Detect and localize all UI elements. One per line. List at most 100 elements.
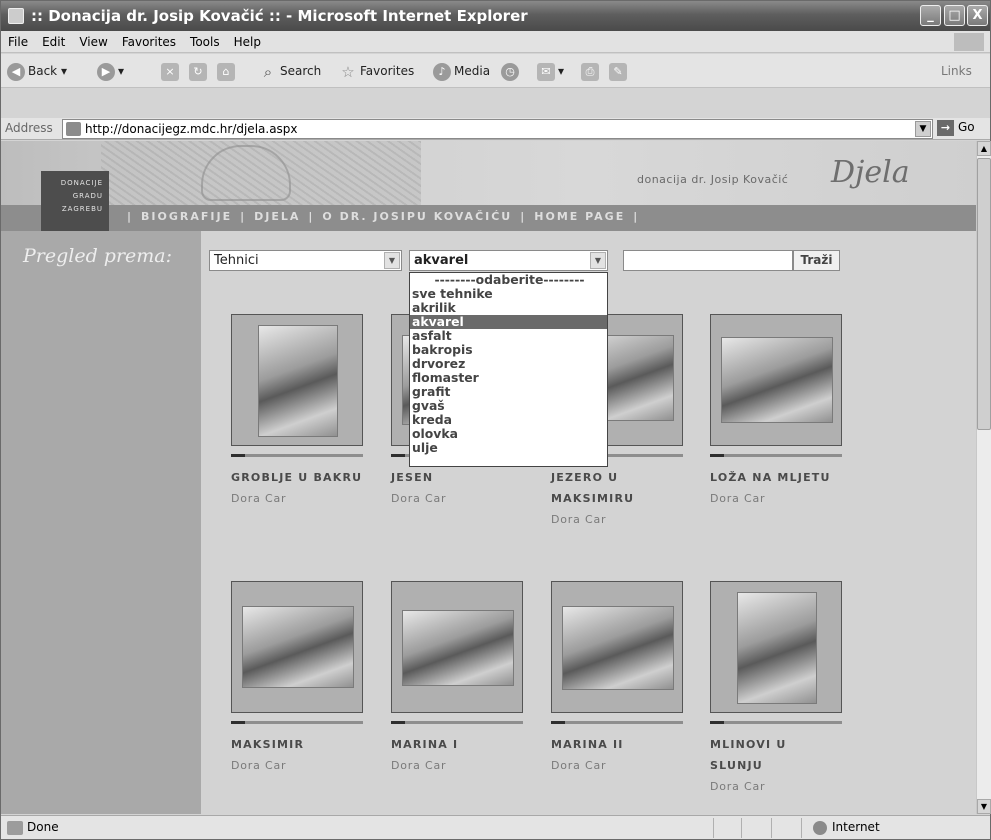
criterion-select[interactable]: Tehnici ▼ bbox=[209, 250, 402, 271]
nav-separator: | bbox=[308, 210, 315, 223]
maximize-button[interactable]: □ bbox=[944, 5, 965, 26]
work-thumbnail[interactable] bbox=[231, 581, 363, 713]
forward-arrow-icon: ▶ bbox=[97, 62, 115, 81]
dropdown-option[interactable]: grafit bbox=[410, 385, 607, 399]
painting-image bbox=[562, 606, 674, 690]
window-title: :: Donacija dr. Josip Kovačić :: - Micro… bbox=[31, 7, 528, 25]
home-button[interactable]: ⌂ bbox=[217, 62, 238, 81]
work-title[interactable]: LOŽA NA MLJETU bbox=[710, 467, 860, 488]
work-title[interactable]: JESEN bbox=[391, 467, 541, 488]
dropdown-option[interactable]: kreda bbox=[410, 413, 607, 427]
work-author: Dora Car bbox=[710, 780, 766, 793]
dropdown-option[interactable]: ulje bbox=[410, 441, 607, 455]
menu-bar: File Edit View Favorites Tools Help bbox=[1, 31, 990, 53]
status-divider bbox=[771, 818, 772, 838]
address-bar: Address http://donacijegz.mdc.hr/djela.a… bbox=[1, 118, 990, 140]
site-nav: | BIOGRAFIJE | DJELA | O DR. JOSIPU KOVAČIĆU |… bbox=[1, 205, 976, 231]
nav-djela[interactable]: DJELA bbox=[250, 210, 304, 223]
status-divider bbox=[801, 818, 802, 838]
print-icon: ⎙ bbox=[581, 62, 599, 81]
dropdown-option[interactable]: sve tehnike bbox=[410, 287, 607, 301]
close-button[interactable]: X bbox=[967, 5, 988, 26]
site-logo[interactable]: DONACIJE GRADU ZAGREBU bbox=[41, 171, 109, 231]
menu-favorites[interactable]: Favorites bbox=[115, 31, 183, 53]
go-button[interactable]: → Go bbox=[937, 120, 975, 136]
media-button[interactable]: ♪ Media bbox=[433, 62, 490, 81]
menu-tools[interactable]: Tools bbox=[183, 31, 227, 53]
dropdown-option[interactable]: bakropis bbox=[410, 343, 607, 357]
dropdown-option[interactable]: --------odaberite-------- bbox=[410, 273, 607, 287]
scroll-thumb[interactable] bbox=[977, 158, 991, 430]
scroll-down-icon[interactable]: ▼ bbox=[977, 799, 991, 814]
work-bar bbox=[710, 721, 842, 724]
painting-image bbox=[258, 325, 338, 437]
nav-o-dr-josipu[interactable]: O DR. JOSIPU KOVAČIĆU bbox=[318, 210, 516, 223]
dropdown-option[interactable]: asfalt bbox=[410, 329, 607, 343]
history-icon: ◷ bbox=[501, 62, 519, 81]
menu-view[interactable]: View bbox=[72, 31, 114, 53]
work-title[interactable]: GROBLJE U BAKRU bbox=[231, 467, 381, 488]
title-bar[interactable]: :: Donacija dr. Josip Kovačić :: - Micro… bbox=[1, 1, 990, 31]
address-dropdown-icon[interactable]: ▼ bbox=[915, 121, 931, 137]
work-title[interactable]: JEZERO U MAKSIMIRU bbox=[551, 467, 701, 509]
dropdown-option[interactable]: drvorez bbox=[410, 357, 607, 371]
work-title[interactable]: MARINA II bbox=[551, 734, 701, 755]
search-button[interactable]: ⌕ Search bbox=[259, 62, 321, 81]
section-title: Djela bbox=[831, 155, 910, 190]
site-banner: | BIOGRAFIJE | DJELA | O DR. JOSIPU KOVAČIĆU |… bbox=[1, 141, 976, 231]
work-thumbnail[interactable] bbox=[551, 581, 683, 713]
site-subtitle: donacija dr. Josip Kovačić bbox=[637, 173, 789, 186]
zone-indicator: Internet bbox=[813, 816, 880, 839]
edit-button[interactable]: ✎ bbox=[609, 62, 630, 81]
address-label: Address bbox=[5, 121, 53, 135]
back-button[interactable]: ◀ Back ▾ bbox=[7, 62, 67, 81]
dropdown-option[interactable]: flomaster bbox=[410, 371, 607, 385]
minimize-button[interactable]: _ bbox=[920, 5, 941, 26]
refresh-button[interactable]: ↻ bbox=[189, 62, 210, 81]
page-done-icon bbox=[7, 820, 23, 835]
technique-select[interactable]: akvarel ▼ bbox=[409, 250, 608, 271]
mail-button[interactable]: ✉ ▾ bbox=[537, 62, 564, 81]
work-bar bbox=[231, 721, 363, 724]
back-arrow-icon: ◀ bbox=[7, 62, 25, 81]
work-thumbnail[interactable] bbox=[391, 581, 523, 713]
work-bar bbox=[710, 454, 842, 457]
work-author: Dora Car bbox=[551, 513, 607, 526]
work-title[interactable]: MLINOVI U SLUNJU bbox=[710, 734, 820, 776]
refresh-icon: ↻ bbox=[189, 62, 207, 81]
globe-icon bbox=[813, 820, 827, 835]
print-button[interactable]: ⎙ bbox=[581, 62, 602, 81]
scroll-up-icon[interactable]: ▲ bbox=[977, 141, 991, 156]
work-thumbnail[interactable] bbox=[231, 314, 363, 446]
work-thumbnail[interactable] bbox=[710, 581, 842, 713]
dropdown-option[interactable]: gvaš bbox=[410, 399, 607, 413]
forward-button[interactable]: ▶ ▾ bbox=[97, 62, 124, 81]
favorites-button[interactable]: ☆ Favorites bbox=[339, 62, 414, 81]
dropdown-option-selected[interactable]: akvarel bbox=[410, 315, 607, 329]
work-bar bbox=[391, 721, 523, 724]
work-bar bbox=[231, 454, 363, 457]
nav-biografije[interactable]: BIOGRAFIJE bbox=[137, 210, 236, 223]
status-text: Done bbox=[7, 816, 59, 839]
vertical-scrollbar[interactable]: ▲ ▼ bbox=[976, 141, 991, 814]
history-button[interactable]: ◷ bbox=[501, 62, 522, 81]
nav-separator: | bbox=[633, 210, 640, 223]
dropdown-option[interactable]: olovka bbox=[410, 427, 607, 441]
menu-edit[interactable]: Edit bbox=[35, 31, 72, 53]
stop-button[interactable]: × bbox=[161, 62, 182, 81]
work-bar bbox=[551, 721, 683, 724]
work-title[interactable]: MARINA I bbox=[391, 734, 541, 755]
work-title[interactable]: MAKSIMIR bbox=[231, 734, 381, 755]
nav-home-page[interactable]: HOME PAGE bbox=[530, 210, 629, 223]
links-button[interactable]: Links bbox=[941, 62, 972, 80]
painting-image bbox=[242, 606, 354, 688]
home-icon: ⌂ bbox=[217, 62, 235, 81]
menu-help[interactable]: Help bbox=[227, 31, 268, 53]
work-thumbnail[interactable] bbox=[710, 314, 842, 446]
search-input[interactable] bbox=[623, 250, 793, 271]
toolbar: ◀ Back ▾ ▶ ▾ × ↻ ⌂ ⌕ Search ☆ Favorites ♪ Med… bbox=[1, 54, 990, 88]
dropdown-option[interactable]: akrilik bbox=[410, 301, 607, 315]
address-input[interactable]: http://donacijegz.mdc.hr/djela.aspx ▼ bbox=[62, 119, 933, 139]
search-button[interactable]: Traži bbox=[793, 250, 840, 271]
menu-file[interactable]: File bbox=[1, 31, 35, 53]
